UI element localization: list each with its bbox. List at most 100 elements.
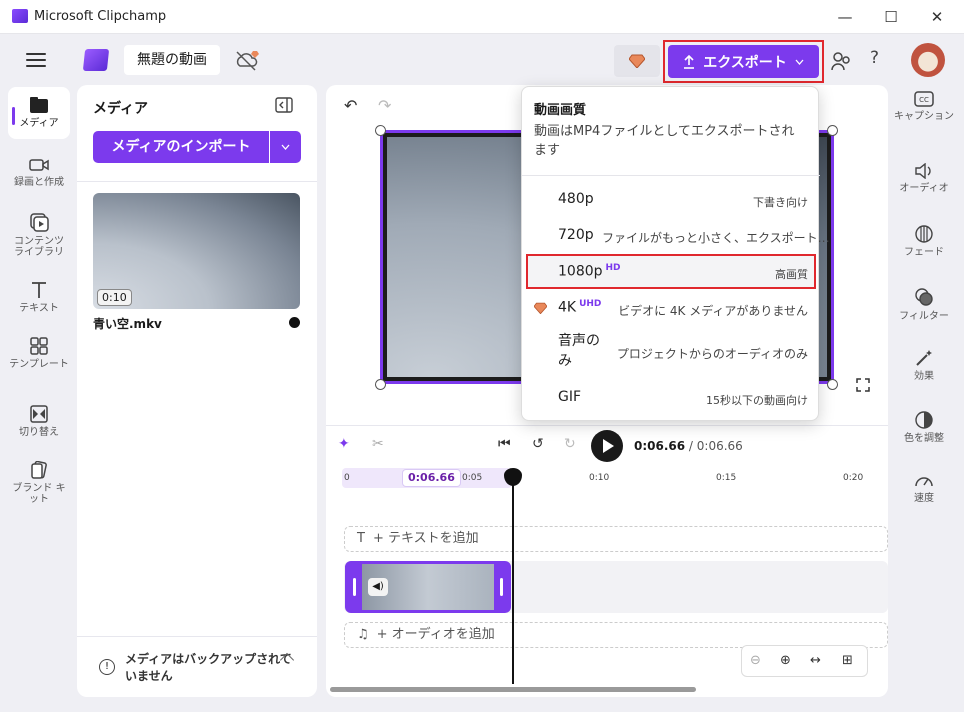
rail-label: 切り替え <box>19 427 59 438</box>
timeline-scrollbar[interactable] <box>330 687 696 692</box>
rail-label: コンテンツ ライブラリ <box>14 236 64 258</box>
skip-back-icon[interactable]: ⏮ <box>498 436 511 452</box>
clip-trim-handle[interactable] <box>500 578 503 596</box>
rail-label: フェード <box>904 247 944 258</box>
rail-item-record[interactable]: 録画と作成 <box>8 157 70 188</box>
rail-item-captions[interactable]: CC キャプション <box>888 91 960 122</box>
rail-label: ブランド キット <box>12 483 66 505</box>
export-button-highlight: エクスポート <box>663 40 824 83</box>
duration-badge: 0:10 <box>97 289 132 306</box>
rail-item-speed[interactable]: 速度 <box>888 471 960 504</box>
resize-handle[interactable] <box>827 379 838 390</box>
clip-trim-handle[interactable] <box>353 578 356 596</box>
minimize-button[interactable]: — <box>822 4 868 30</box>
help-icon[interactable]: ? <box>870 48 879 68</box>
rail-item-template[interactable]: テンプレート <box>8 337 70 370</box>
avatar[interactable] <box>911 43 945 77</box>
rail-item-effects[interactable]: 効果 <box>888 349 960 382</box>
option-desc: ビデオに 4K メディアがありません <box>618 304 808 318</box>
camera-icon <box>29 159 49 171</box>
fit-screen-icon[interactable]: ⊞ <box>842 653 853 668</box>
diamond-icon <box>629 54 645 68</box>
divider <box>522 175 820 176</box>
import-dropdown-button[interactable] <box>270 131 301 163</box>
volume-icon[interactable]: ◀) <box>368 578 388 596</box>
rail-item-library[interactable]: コンテンツ ライブラリ <box>8 212 70 258</box>
app-header: 無題の動画 エクスポート ? <box>0 35 964 85</box>
uhd-badge: UHD <box>579 299 602 309</box>
music-note-icon: ♫ <box>357 627 369 642</box>
option-720p[interactable]: 720p ファイルがもっと小さく、エクスポート… <box>522 219 830 253</box>
zoom-in-icon[interactable]: ⊕ <box>780 653 791 668</box>
option-480p[interactable]: 480p 下書き向け <box>522 183 820 217</box>
resize-handle[interactable] <box>827 125 838 136</box>
option-4k[interactable]: 4K UHD ビデオに 4K メディアがありません <box>522 291 820 325</box>
window-title: Microsoft Clipchamp <box>34 9 167 24</box>
option-desc: 15秒以下の動画向け <box>706 394 808 407</box>
captions-icon: CC <box>914 91 934 107</box>
video-clip[interactable]: ◀) <box>345 561 511 613</box>
cloud-off-icon[interactable] <box>234 49 260 73</box>
add-text-track[interactable]: T + テキストを追加 <box>344 526 888 552</box>
redo-icon[interactable]: ↷ <box>378 96 391 115</box>
rewind-5-icon[interactable]: ↺ <box>532 436 544 452</box>
export-button[interactable]: エクスポート <box>668 45 819 78</box>
rail-label: キャプション <box>894 111 954 122</box>
collapse-panel-icon[interactable] <box>275 97 293 113</box>
magic-wand-icon <box>916 350 932 366</box>
add-audio-label: + オーディオを追加 <box>376 627 495 642</box>
zoom-out-icon[interactable]: ⊖ <box>750 653 761 668</box>
project-icon <box>82 49 110 71</box>
transition-icon <box>30 405 48 423</box>
right-rail: CC キャプション オーディオ フェード フィルター 効果 色を調整 速度 <box>888 85 964 712</box>
backup-notice: メディアはバックアップされていません <box>125 652 292 683</box>
rail-label: オーディオ <box>899 183 949 194</box>
option-label: 4K <box>558 299 577 316</box>
menu-title: 動画画質 <box>534 103 587 118</box>
option-gif[interactable]: GIF 15秒以下の動画向け <box>522 385 820 419</box>
rail-label: 色を調整 <box>904 433 944 444</box>
option-1080p[interactable]: 1080p HD 高画質 <box>522 255 820 289</box>
tick-label: 0:05 <box>462 473 483 483</box>
tick-label: 0:10 <box>589 473 610 483</box>
rail-item-audio[interactable]: オーディオ <box>888 163 960 194</box>
export-label: エクスポート <box>703 54 787 71</box>
text-icon: T <box>357 531 365 546</box>
fullscreen-icon[interactable] <box>856 378 870 392</box>
premium-button[interactable] <box>614 45 660 77</box>
rail-label: 速度 <box>914 493 934 504</box>
resize-handle[interactable] <box>375 125 386 136</box>
play-button[interactable] <box>591 430 623 462</box>
rail-item-brand-kit[interactable]: ブランド キット <box>8 461 70 505</box>
share-people-icon[interactable] <box>830 51 852 71</box>
menu-icon[interactable] <box>26 53 46 67</box>
forward-5-icon[interactable]: ↻ <box>564 436 576 452</box>
rail-item-color[interactable]: 色を調整 <box>888 411 960 444</box>
speaker-icon <box>915 163 931 179</box>
rail-label: テンプレート <box>9 359 69 370</box>
media-filename: 青い空.mkv <box>93 317 162 331</box>
option-label: 1080p <box>558 263 603 280</box>
svg-text:CC: CC <box>919 96 929 104</box>
option-audio-only[interactable]: 音声のみ プロジェクトからのオーディオのみ <box>522 327 820 373</box>
import-media-button[interactable]: メディアのインポート <box>93 131 269 163</box>
rail-item-text[interactable]: テキスト <box>8 281 70 314</box>
fade-icon <box>915 225 933 243</box>
rail-item-fade[interactable]: フェード <box>888 225 960 258</box>
rail-item-filters[interactable]: フィルター <box>888 287 960 322</box>
diamond-icon <box>534 302 547 314</box>
close-button[interactable]: ✕ <box>914 4 960 30</box>
option-desc: ファイルがもっと小さく、エクスポート… <box>602 231 830 245</box>
rail-item-transitions[interactable]: 切り替え <box>8 405 70 438</box>
divider <box>77 181 317 182</box>
maximize-button[interactable]: ☐ <box>868 4 914 30</box>
brand-kit-icon <box>31 461 47 479</box>
resize-handle[interactable] <box>375 379 386 390</box>
scissors-icon[interactable]: ✂ <box>372 436 384 452</box>
rail-item-media[interactable]: メディア <box>8 87 70 139</box>
undo-icon[interactable]: ↶ <box>344 96 357 115</box>
project-name-field[interactable]: 無題の動画 <box>124 45 220 75</box>
playhead[interactable] <box>512 470 514 684</box>
magic-icon[interactable]: ✦ <box>338 436 350 452</box>
fit-width-icon[interactable]: ↔ <box>810 653 821 668</box>
